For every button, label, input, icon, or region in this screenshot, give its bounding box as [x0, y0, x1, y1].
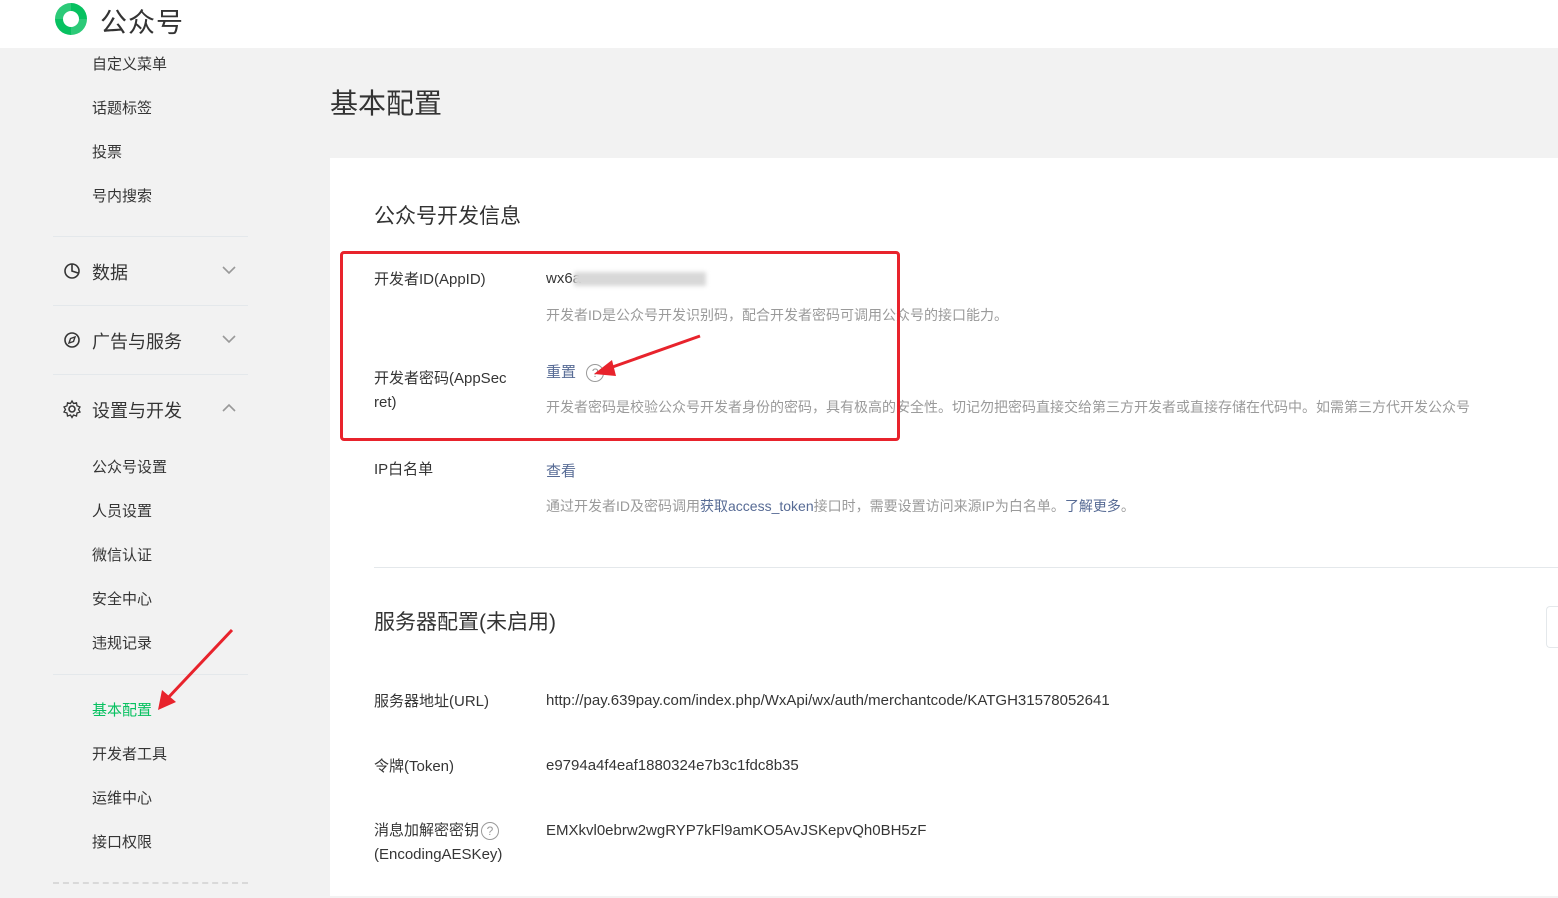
sidebar-divider: [53, 236, 248, 237]
sidebar-item-dev-tools[interactable]: 开发者工具: [92, 743, 167, 764]
annotation-arrow-icon: [158, 628, 234, 710]
page-title: 基本配置: [330, 88, 443, 119]
sidebar-item-member-settings[interactable]: 人员设置: [92, 500, 152, 521]
sidebar-item-basic-config[interactable]: 基本配置: [92, 699, 152, 720]
ip-whitelist-view-link: 查看: [546, 460, 576, 481]
dev-info-title: 公众号开发信息: [374, 205, 521, 228]
section-divider: [374, 567, 1558, 568]
top-bar: 公众号: [0, 0, 1558, 48]
server-url-value: http://pay.639pay.com/index.php/WxApi/wx…: [546, 692, 1110, 709]
sidebar-item-security-center[interactable]: 安全中心: [92, 588, 152, 609]
access-token-link[interactable]: 获取access_token: [700, 498, 814, 514]
view-whitelist-link[interactable]: 查看: [546, 463, 576, 480]
sidebar-item-violation-records[interactable]: 违规记录: [92, 632, 152, 653]
enable-toggle-edge[interactable]: [1546, 606, 1558, 648]
aes-key-label-line2: (EncodingAESKey): [374, 846, 503, 863]
sidebar-divider: [53, 374, 248, 375]
chevron-down-icon: [222, 266, 236, 275]
aes-key-value: EMXkvl0ebrw2wgRYP7kFl9amKO5AvJSKepvQh0BH…: [546, 822, 927, 839]
sidebar-group-label: 数据: [92, 263, 128, 283]
sidebar-item-ops-center[interactable]: 运维中心: [92, 787, 152, 808]
ip-hint-end: 。: [1120, 498, 1135, 514]
compass-icon: [64, 332, 80, 348]
learn-more-link[interactable]: 了解更多: [1065, 498, 1121, 514]
server-url-label: 服务器地址(URL): [374, 693, 489, 710]
annotation-highlight-box: [340, 251, 900, 441]
server-config-title: 服务器配置(未启用): [374, 611, 556, 634]
sidebar-group-label: 广告与服务: [92, 332, 182, 352]
wechat-mp-logo-icon[interactable]: [52, 0, 90, 38]
sidebar-item-api-permissions[interactable]: 接口权限: [92, 831, 152, 852]
token-label: 令牌(Token): [374, 758, 455, 775]
aes-key-label-line1: 消息加解密密钥: [374, 822, 480, 839]
sidebar-item-wechat-verify[interactable]: 微信认证: [92, 544, 152, 565]
sidebar-item-account-settings[interactable]: 公众号设置: [92, 456, 167, 477]
ip-whitelist-label: IP白名单: [374, 461, 434, 478]
sidebar-item-search[interactable]: 号内搜索: [92, 185, 152, 206]
sidebar-group-label: 设置与开发: [92, 401, 182, 421]
sidebar-item-custom-menu[interactable]: 自定义菜单: [92, 53, 167, 74]
sidebar-group-data[interactable]: 数据: [62, 257, 248, 287]
sidebar-group-settings-dev[interactable]: 设置与开发: [62, 395, 248, 425]
gear-icon: [63, 399, 81, 419]
ip-hint-prefix: 通过开发者ID及密码调用: [546, 498, 700, 514]
chart-pie-icon: [64, 263, 80, 279]
sidebar-divider: [53, 674, 248, 675]
sidebar-item-topic-tags[interactable]: 话题标签: [92, 97, 152, 118]
chevron-down-icon: [222, 335, 236, 344]
sidebar-group-ads-services[interactable]: 广告与服务: [62, 326, 248, 356]
sidebar-divider: [53, 305, 248, 306]
ip-hint-suffix: 接口时，需要设置访问来源IP为白名单。: [813, 498, 1065, 514]
sidebar-item-vote[interactable]: 投票: [92, 141, 122, 162]
help-icon[interactable]: ?: [481, 822, 500, 841]
ip-whitelist-hint: 通过开发者ID及密码调用获取access_token接口时，需要设置访问来源IP…: [546, 496, 1135, 516]
chevron-up-icon: [222, 403, 236, 412]
token-value: e9794a4f4eaf1880324e7b3c1fdc8b35: [546, 757, 799, 774]
aes-key-label: 消息加解密密钥? (EncodingAESKey): [374, 819, 502, 867]
brand-title: 公众号: [100, 8, 184, 38]
